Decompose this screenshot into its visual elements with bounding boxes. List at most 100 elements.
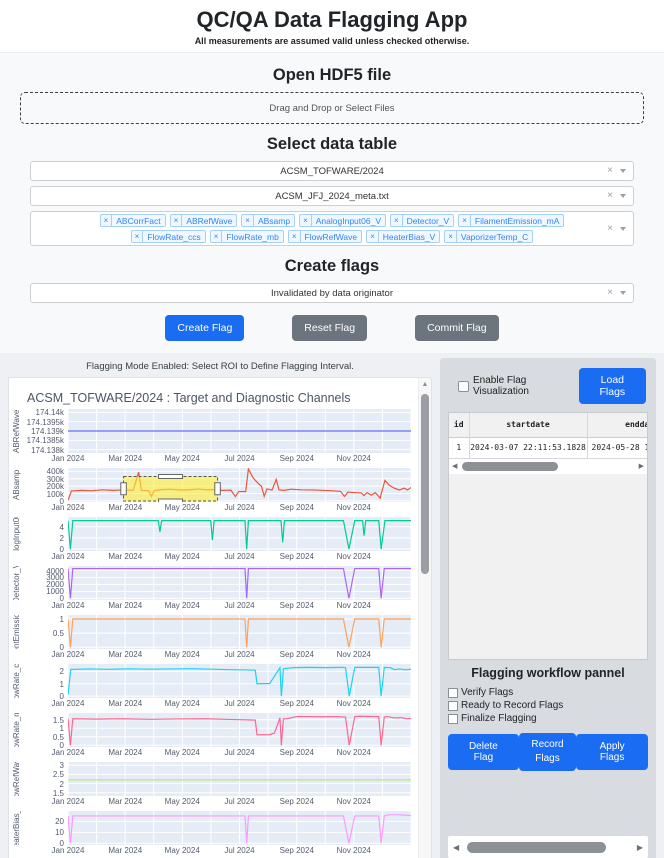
x-tick-label: Jul 2024 <box>224 846 254 855</box>
meta-file-dropdown[interactable]: ACSM_JFJ_2024_meta.txt × <box>30 186 634 206</box>
y-axis-ticks: 024 <box>22 517 68 551</box>
table-dropdown[interactable]: ACSM_TOFWARE/2024 × <box>30 161 634 181</box>
table-horizontal-scrollbar[interactable]: ◀ ▶ <box>449 459 647 474</box>
variable-chip[interactable]: ×FlowRefWave <box>288 230 362 243</box>
variable-chip[interactable]: ×AnalogInput06_V <box>299 214 386 227</box>
chevron-down-icon[interactable] <box>620 227 626 231</box>
scroll-left-icon[interactable]: ◀ <box>453 843 459 852</box>
checkbox-icon[interactable] <box>458 381 469 392</box>
roi-right-handle[interactable] <box>215 483 220 495</box>
variable-chip[interactable]: ×FilamentEmission_mA <box>458 214 564 227</box>
chevron-down-icon[interactable] <box>620 169 626 173</box>
flag-type-dropdown[interactable]: Invalidated by data originator × <box>30 283 634 303</box>
chart-subplots[interactable]: ABRefWave174.138k174.1385k174.139k174.13… <box>11 409 411 858</box>
file-dropzone[interactable]: Drag and Drop or Select Files <box>20 92 644 124</box>
scroll-right-icon[interactable]: ▶ <box>637 843 643 852</box>
clear-icon[interactable]: × <box>607 191 613 201</box>
workflow-checkbox-finalize-flagging[interactable]: Finalize Flagging <box>448 713 648 724</box>
chip-remove-icon[interactable]: × <box>391 215 403 226</box>
x-tick-label: Jul 2024 <box>224 454 254 463</box>
variable-chip[interactable]: ×FlowRate_mb <box>210 230 284 243</box>
variable-chip[interactable]: ×ABRefWave <box>170 214 238 227</box>
panel-horizontal-scrollbar[interactable]: ◀ ▶ <box>448 836 648 858</box>
x-tick-label: Mar 2024 <box>108 650 142 659</box>
scroll-left-icon[interactable]: ◀ <box>452 462 457 470</box>
chip-remove-icon[interactable]: × <box>211 231 223 242</box>
variable-chip[interactable]: ×HeaterBias_V <box>366 230 440 243</box>
subplot-Detector_V[interactable]: Detector_V01000200030004000Jan 2024Mar 2… <box>11 566 411 612</box>
y-tick-label: 2 <box>60 534 64 543</box>
plot-area[interactable] <box>68 664 411 698</box>
subplot-FlowRefWave[interactable]: FlowRefWave1.522.53Jan 2024Mar 2024May 2… <box>11 762 411 808</box>
scroll-right-icon[interactable]: ▶ <box>639 462 644 470</box>
x-tick-label: May 2024 <box>165 601 200 610</box>
scroll-up-icon[interactable]: ▲ <box>419 381 431 388</box>
chip-remove-icon[interactable]: × <box>289 231 301 242</box>
plot-area[interactable] <box>68 409 411 453</box>
checkbox-icon[interactable] <box>448 701 458 711</box>
x-tick-label: Jul 2024 <box>224 748 254 757</box>
variable-chip[interactable]: ×FlowRate_ccs <box>131 230 206 243</box>
create-flag-button[interactable]: Create Flag <box>165 315 244 341</box>
clear-icon[interactable]: × <box>607 224 613 234</box>
x-tick-label: Jan 2024 <box>52 552 85 561</box>
plot-area[interactable] <box>68 517 411 551</box>
subplot-AnalogInput06_V[interactable]: AnalogInput06_V024Jan 2024Mar 2024May 20… <box>11 517 411 563</box>
y-tick-label: 4 <box>60 523 64 532</box>
chip-remove-icon[interactable]: × <box>242 215 254 226</box>
chip-remove-icon[interactable]: × <box>171 215 183 226</box>
checkbox-icon[interactable] <box>448 688 458 698</box>
variable-chip[interactable]: ×VaporizerTemp_C <box>444 230 533 243</box>
vertical-scrollbar-thumb[interactable] <box>421 394 429 574</box>
plot-area[interactable] <box>68 566 411 600</box>
apply-flags-button[interactable]: Apply Flags <box>576 734 648 770</box>
plot-area[interactable] <box>68 811 411 845</box>
chart-panel: ACSM_TOFWARE/2024 : Target and Diagnosti… <box>8 377 432 858</box>
table-row[interactable]: 12024-03-07 22:11:53.18282024-05-28 17 <box>449 437 648 458</box>
table-header-cell: startdate <box>469 413 587 437</box>
roi-top-handle[interactable] <box>159 475 183 479</box>
horizontal-scrollbar-thumb[interactable] <box>462 462 558 471</box>
chart-vertical-scrollbar[interactable]: ▲ ▼ <box>418 378 431 858</box>
record-flags-button[interactable]: Record Flags <box>519 733 576 771</box>
plot-area[interactable] <box>68 615 411 649</box>
workflow-checkbox-verify-flags[interactable]: Verify Flags <box>448 687 648 698</box>
workflow-checkbox-ready-to-record-flags[interactable]: Ready to Record Flags <box>448 700 648 711</box>
chip-remove-icon[interactable]: × <box>101 215 113 226</box>
plot-area[interactable] <box>68 713 411 747</box>
subplot-HeaterBias_V[interactable]: HeaterBias_V01020Jan 2024Mar 2024May 202… <box>11 811 411 857</box>
variable-chip[interactable]: ×Detector_V <box>390 214 454 227</box>
roi-left-handle[interactable] <box>121 483 126 495</box>
horizontal-scrollbar-thumb[interactable] <box>467 842 606 853</box>
chip-remove-icon[interactable]: × <box>367 231 379 242</box>
variable-chip[interactable]: ×ABCorrFact <box>100 214 166 227</box>
chevron-down-icon[interactable] <box>620 194 626 198</box>
subplot-FilamentEmission_mA[interactable]: FilamentEmission_mA00.51Jan 2024Mar 2024… <box>11 615 411 661</box>
variable-chip[interactable]: ×ABsamp <box>241 214 295 227</box>
subplot-FlowRate_ccs[interactable]: FlowRate_ccs012Jan 2024Mar 2024May 2024J… <box>11 664 411 710</box>
chip-remove-icon[interactable]: × <box>445 231 457 242</box>
chip-remove-icon[interactable]: × <box>459 215 471 226</box>
subplot-ABRefWave[interactable]: ABRefWave174.138k174.1385k174.139k174.13… <box>11 409 411 465</box>
subplot-ABsamp[interactable]: ABsamp0100k200k300k400kJan 2024Mar 2024M… <box>11 468 411 514</box>
chip-remove-icon[interactable]: × <box>300 215 312 226</box>
plot-area[interactable] <box>68 468 411 502</box>
variables-dropdown[interactable]: ×ABCorrFact ×ABRefWave×ABsamp ×AnalogInput… <box>30 211 634 246</box>
flags-table-container: idstartdateenddate12024-03-07 22:11:53.1… <box>448 412 648 660</box>
load-flags-button[interactable]: Load Flags <box>579 368 646 404</box>
chip-remove-icon[interactable]: × <box>132 231 144 242</box>
roi-selection[interactable] <box>124 477 218 502</box>
plot-area[interactable] <box>68 762 411 796</box>
clear-icon[interactable]: × <box>607 288 613 298</box>
reset-flag-button[interactable]: Reset Flag <box>292 315 367 341</box>
chevron-down-icon[interactable] <box>620 291 626 295</box>
commit-flag-button[interactable]: Commit Flag <box>415 315 499 341</box>
delete-flag-button[interactable]: Delete Flag <box>448 734 519 770</box>
checkbox-icon[interactable] <box>448 714 458 724</box>
clear-icon[interactable]: × <box>607 166 613 176</box>
x-tick-label: Nov 2024 <box>337 846 371 855</box>
y-axis-title: HeaterBias_V <box>11 811 22 845</box>
y-tick-label: 174.139k <box>31 427 64 436</box>
enable-flag-viz-checkbox[interactable]: Enable Flag Visualization <box>458 375 579 397</box>
subplot-FlowRate_mb[interactable]: FlowRate_mb00.511.5Jan 2024Mar 2024May 2… <box>11 713 411 759</box>
